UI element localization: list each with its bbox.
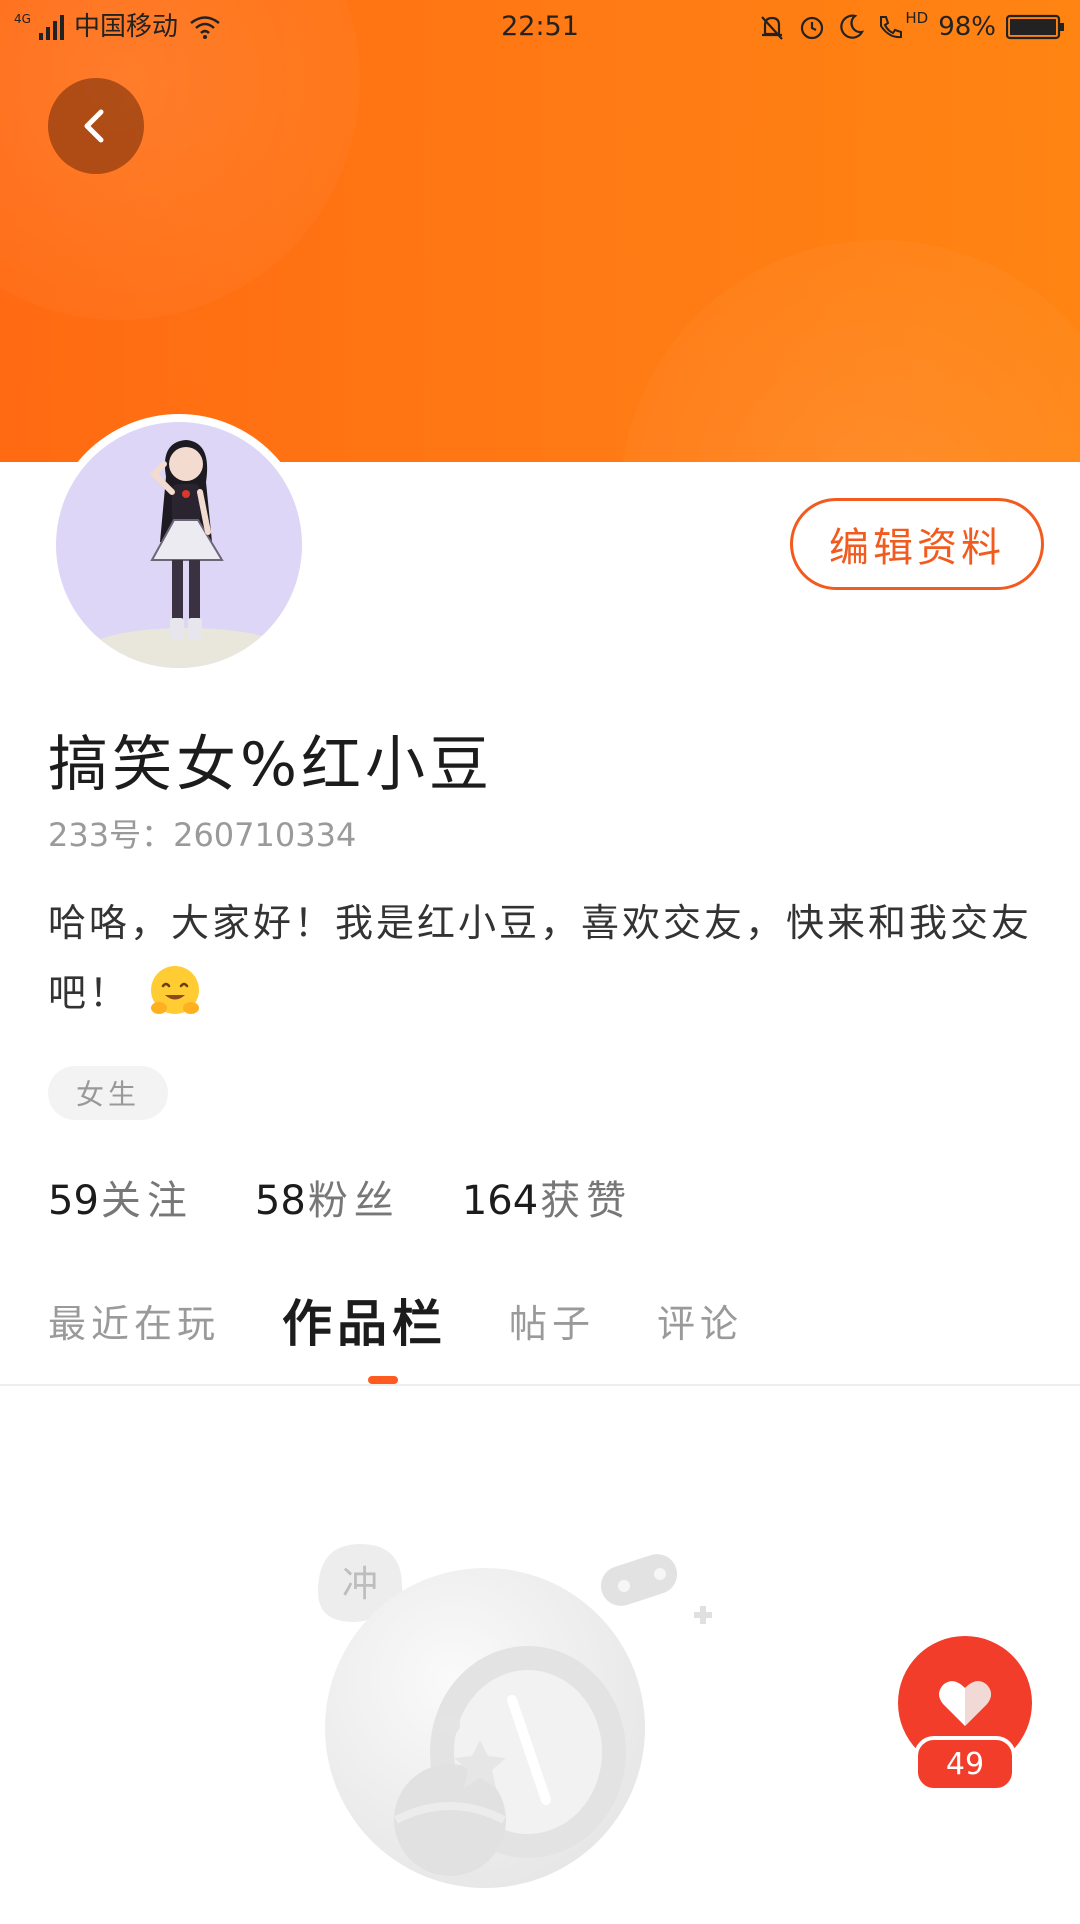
username: 搞笑女%红小豆 — [48, 730, 494, 800]
tab-comments[interactable]: 评论 — [657, 1293, 743, 1348]
status-bar: 4G 中国移动 22:51 HD 98% — [0, 0, 1080, 54]
banner-decoration — [620, 240, 1080, 462]
battery-percent: 98% — [938, 12, 996, 42]
hd-label: HD — [905, 9, 929, 27]
empty-state-illustration: 冲 — [310, 1530, 730, 1920]
profile-stats: 59 关注 58 粉丝 164 获赞 — [48, 1168, 694, 1226]
avatar[interactable] — [48, 414, 310, 676]
tab-posts[interactable]: 帖子 — [509, 1293, 595, 1348]
chevron-left-icon — [84, 109, 104, 143]
gender-tag: 女生 — [48, 1066, 168, 1120]
stat-label: 粉丝 — [307, 1178, 400, 1224]
bio: 哈咯，大家好！我是红小豆，喜欢交友，快来和我交友吧！ — [48, 888, 1032, 1028]
stat-number: 59 — [48, 1178, 99, 1224]
profile-tabs: 最近在玩 作品栏 帖子 评论 — [48, 1280, 805, 1360]
user-id: 233号：260710334 — [48, 816, 357, 854]
edit-profile-button[interactable]: 编辑资料 — [790, 498, 1044, 590]
tab-works[interactable]: 作品栏 — [282, 1284, 447, 1356]
moon-icon — [840, 14, 865, 39]
stat-following[interactable]: 59 关注 — [48, 1168, 193, 1226]
back-button[interactable] — [48, 78, 144, 174]
stat-likes[interactable]: 164 获赞 — [462, 1168, 632, 1226]
profile-header-banner — [0, 0, 1080, 462]
bubble-text: 冲 — [342, 1564, 378, 1605]
like-count: 49 — [914, 1736, 1016, 1792]
stat-label: 关注 — [100, 1178, 193, 1224]
avatar-character-illustration — [91, 440, 281, 668]
tab-recently-played[interactable]: 最近在玩 — [48, 1293, 220, 1348]
active-tab-indicator — [368, 1376, 398, 1384]
empty-state-graphic: 冲 — [318, 1544, 712, 1888]
stat-followers[interactable]: 58 粉丝 — [255, 1168, 400, 1226]
hd-call-icon — [880, 16, 903, 39]
stat-number: 164 — [461, 1178, 539, 1224]
stat-number: 58 — [254, 1178, 306, 1224]
hugging-face-emoji — [151, 965, 200, 1014]
bell-off-icon — [761, 16, 784, 40]
avatar-image — [56, 422, 302, 668]
tabs-divider — [0, 1384, 1080, 1386]
stat-label: 获赞 — [540, 1178, 633, 1224]
battery-icon — [1006, 14, 1064, 40]
alarm-icon — [801, 16, 824, 40]
heart-icon — [939, 1681, 991, 1726]
